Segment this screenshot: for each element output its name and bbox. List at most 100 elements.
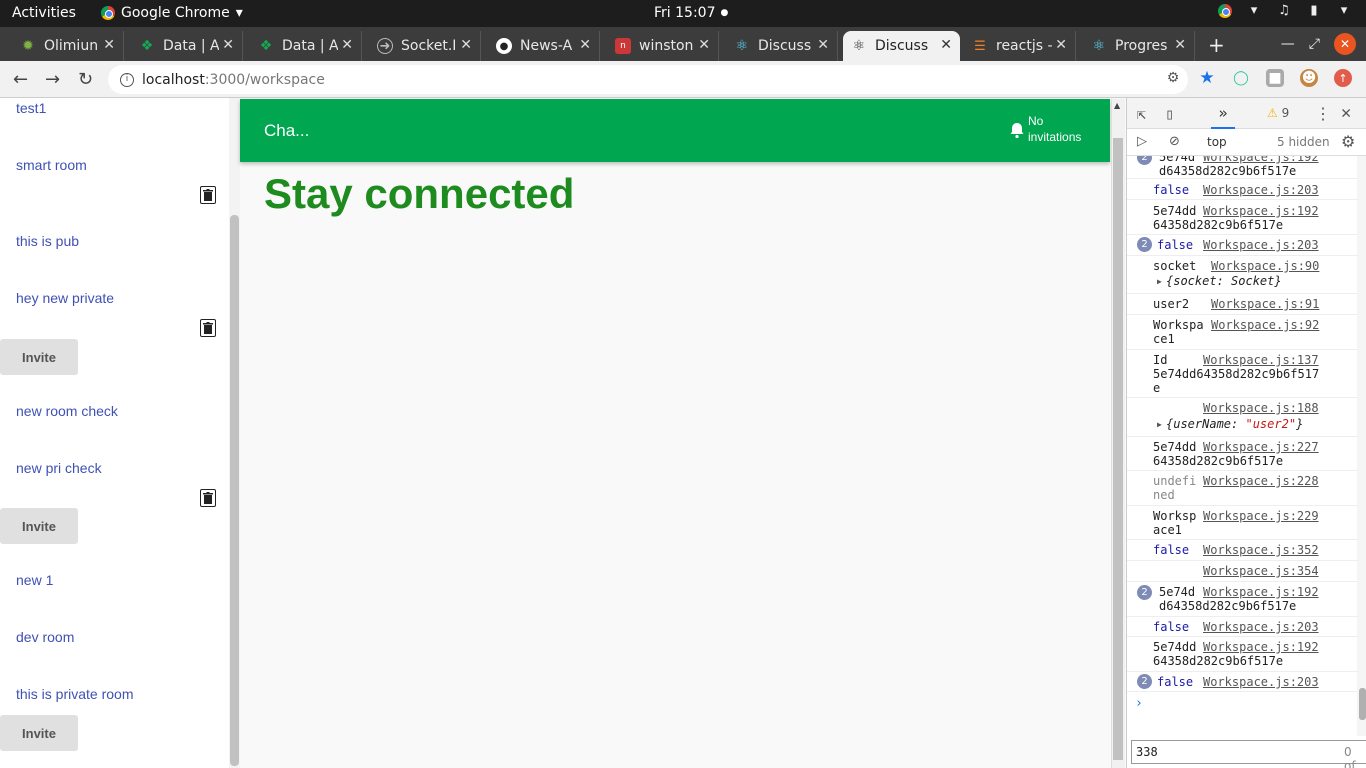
log-source-link[interactable]: Workspace.js:229: [1203, 509, 1319, 523]
trash-icon[interactable]: [200, 489, 216, 507]
find-bar[interactable]: 338 0 of: [1131, 740, 1366, 768]
log-entry: Workspa ce1 Workspace.js:92: [1127, 315, 1357, 350]
trash-icon[interactable]: [200, 319, 216, 337]
sidebar-scroll-thumb[interactable]: [230, 215, 239, 766]
context-selector[interactable]: top: [1207, 135, 1227, 149]
close-icon[interactable]: ✕: [341, 37, 353, 53]
expand-triangle-icon[interactable]: ▶: [1157, 277, 1162, 286]
log-source-link[interactable]: Workspace.js:203: [1203, 238, 1319, 252]
room-link[interactable]: this is private room: [16, 686, 133, 702]
log-source-link[interactable]: Workspace.js:92: [1211, 318, 1319, 332]
invite-button[interactable]: Invite: [0, 339, 78, 375]
activities-button[interactable]: Activities: [12, 5, 76, 21]
close-icon[interactable]: ✕: [1174, 37, 1186, 53]
log-source-link[interactable]: Workspace.js:354: [1203, 564, 1319, 578]
log-object[interactable]: {userName: "user2"}: [1166, 417, 1303, 431]
room-link[interactable]: this is pub: [16, 233, 79, 249]
log-source-link[interactable]: Workspace.js:192: [1203, 204, 1319, 218]
close-icon[interactable]: ✕: [222, 37, 234, 53]
clock[interactable]: Fri 15:07 ●: [654, 5, 728, 21]
close-icon[interactable]: ✕: [1055, 37, 1067, 53]
log-source-link[interactable]: Workspace.js:137: [1203, 353, 1319, 367]
inspect-element-icon[interactable]: ⇱: [1137, 105, 1146, 123]
app-menu[interactable]: Google Chrome ▾: [101, 5, 243, 21]
log-source-link[interactable]: Workspace.js:203: [1203, 675, 1319, 689]
log-source-link[interactable]: Workspace.js:203: [1203, 183, 1319, 197]
bell-icon[interactable]: [1008, 121, 1026, 139]
more-tabs-chevron-icon[interactable]: »: [1211, 104, 1235, 129]
room-link[interactable]: dev room: [16, 629, 74, 645]
hidden-count[interactable]: 5 hidden: [1277, 135, 1330, 149]
browser-tab[interactable]: ● News-A ✕: [488, 31, 600, 61]
find-input[interactable]: 338: [1136, 745, 1158, 759]
log-source-link[interactable]: Workspace.js:192: [1203, 156, 1319, 164]
minimize-button[interactable]: —: [1281, 36, 1295, 52]
browser-tab[interactable]: ➜ Socket.I ✕: [369, 31, 481, 61]
browser-tab[interactable]: ☰ reactjs - ✕: [964, 31, 1076, 61]
close-window-button[interactable]: ✕: [1334, 33, 1356, 55]
room-link[interactable]: hey new private: [16, 290, 114, 306]
log-source-link[interactable]: Workspace.js:90: [1211, 259, 1319, 273]
log-source-link[interactable]: Workspace.js:227: [1203, 440, 1319, 454]
chrome-tray-icon[interactable]: [1218, 4, 1232, 18]
blocked-popup-icon[interactable]: ⚙: [1164, 69, 1182, 87]
console-prompt[interactable]: ›: [1135, 696, 1143, 711]
close-icon[interactable]: ✕: [579, 37, 591, 53]
browser-tab[interactable]: ⚛ Discuss ✕: [726, 31, 838, 61]
warnings-count[interactable]: ⚠ 9: [1267, 106, 1289, 120]
device-toggle-icon[interactable]: ▯: [1165, 105, 1174, 123]
browser-tab[interactable]: ❖ Data | A ✕: [131, 31, 243, 61]
forward-arrow-icon[interactable]: →: [45, 69, 60, 90]
kebab-menu-icon[interactable]: ⋮: [1315, 104, 1331, 123]
log-source-link[interactable]: Workspace.js:192: [1203, 585, 1319, 599]
sidebar-toggle-icon[interactable]: ▷: [1137, 134, 1147, 149]
log-source-link[interactable]: Workspace.js:192: [1203, 640, 1319, 654]
close-icon[interactable]: ✕: [1341, 103, 1351, 123]
clear-console-icon[interactable]: ⊘: [1169, 134, 1180, 149]
console-scrollbar[interactable]: [1357, 156, 1366, 736]
browser-tab-active[interactable]: ⚛ Discuss ✕: [843, 31, 960, 61]
log-source-link[interactable]: Workspace.js:228: [1203, 474, 1319, 488]
log-source-link[interactable]: Workspace.js:188: [1203, 401, 1319, 415]
avatar[interactable]: ☻: [1300, 69, 1318, 87]
info-icon[interactable]: i: [120, 72, 134, 87]
update-icon[interactable]: ↑: [1334, 69, 1352, 87]
trash-icon[interactable]: [200, 186, 216, 204]
scroll-up-arrow-icon[interactable]: ▲: [1114, 101, 1120, 110]
close-icon[interactable]: ✕: [940, 37, 952, 53]
main-scroll-thumb[interactable]: [1113, 138, 1123, 760]
browser-tab[interactable]: ✹ Olimiun ✕: [12, 31, 124, 61]
console-scroll-thumb[interactable]: [1359, 688, 1366, 720]
system-tray[interactable]: ▾ ♫ ▮ ▾: [1218, 4, 1352, 18]
browser-tab[interactable]: n winston ✕: [607, 31, 719, 61]
browser-tab[interactable]: ❖ Data | A ✕: [250, 31, 362, 61]
restore-button[interactable]: ⤢: [1309, 36, 1320, 52]
close-icon[interactable]: ✕: [698, 37, 710, 53]
room-link[interactable]: new room check: [16, 403, 118, 419]
gear-icon[interactable]: ⚙: [1341, 132, 1355, 151]
expand-triangle-icon[interactable]: ▶: [1157, 420, 1162, 429]
extension-circle-icon[interactable]: ◯: [1232, 69, 1250, 87]
invite-button[interactable]: Invite: [0, 715, 78, 751]
app-header: Cha... No invitations: [240, 99, 1110, 162]
close-icon[interactable]: ✕: [817, 37, 829, 53]
extension-square-icon[interactable]: ■: [1266, 69, 1284, 87]
room-link[interactable]: new pri check: [16, 460, 102, 476]
room-link[interactable]: test1: [16, 100, 46, 116]
invite-button[interactable]: Invite: [0, 508, 78, 544]
close-icon[interactable]: ✕: [460, 37, 472, 53]
reload-icon[interactable]: ↻: [78, 69, 93, 90]
room-link[interactable]: new 1: [16, 572, 53, 588]
log-source-link[interactable]: Workspace.js:352: [1203, 543, 1319, 557]
log-source-link[interactable]: Workspace.js:203: [1203, 620, 1319, 634]
back-arrow-icon[interactable]: ←: [13, 69, 28, 90]
browser-tab[interactable]: ⚛ Progres ✕: [1083, 31, 1195, 61]
invitations-status[interactable]: No invitations: [1028, 113, 1081, 145]
log-source-link[interactable]: Workspace.js:91: [1211, 297, 1319, 311]
room-link[interactable]: smart room: [16, 157, 87, 173]
bookmark-star-icon[interactable]: ★: [1198, 68, 1216, 88]
address-bar[interactable]: i localhost:3000/workspace: [108, 65, 1188, 94]
new-tab-button[interactable]: +: [1208, 33, 1225, 57]
close-icon[interactable]: ✕: [103, 37, 115, 53]
log-object[interactable]: {socket: Socket}: [1166, 274, 1282, 288]
